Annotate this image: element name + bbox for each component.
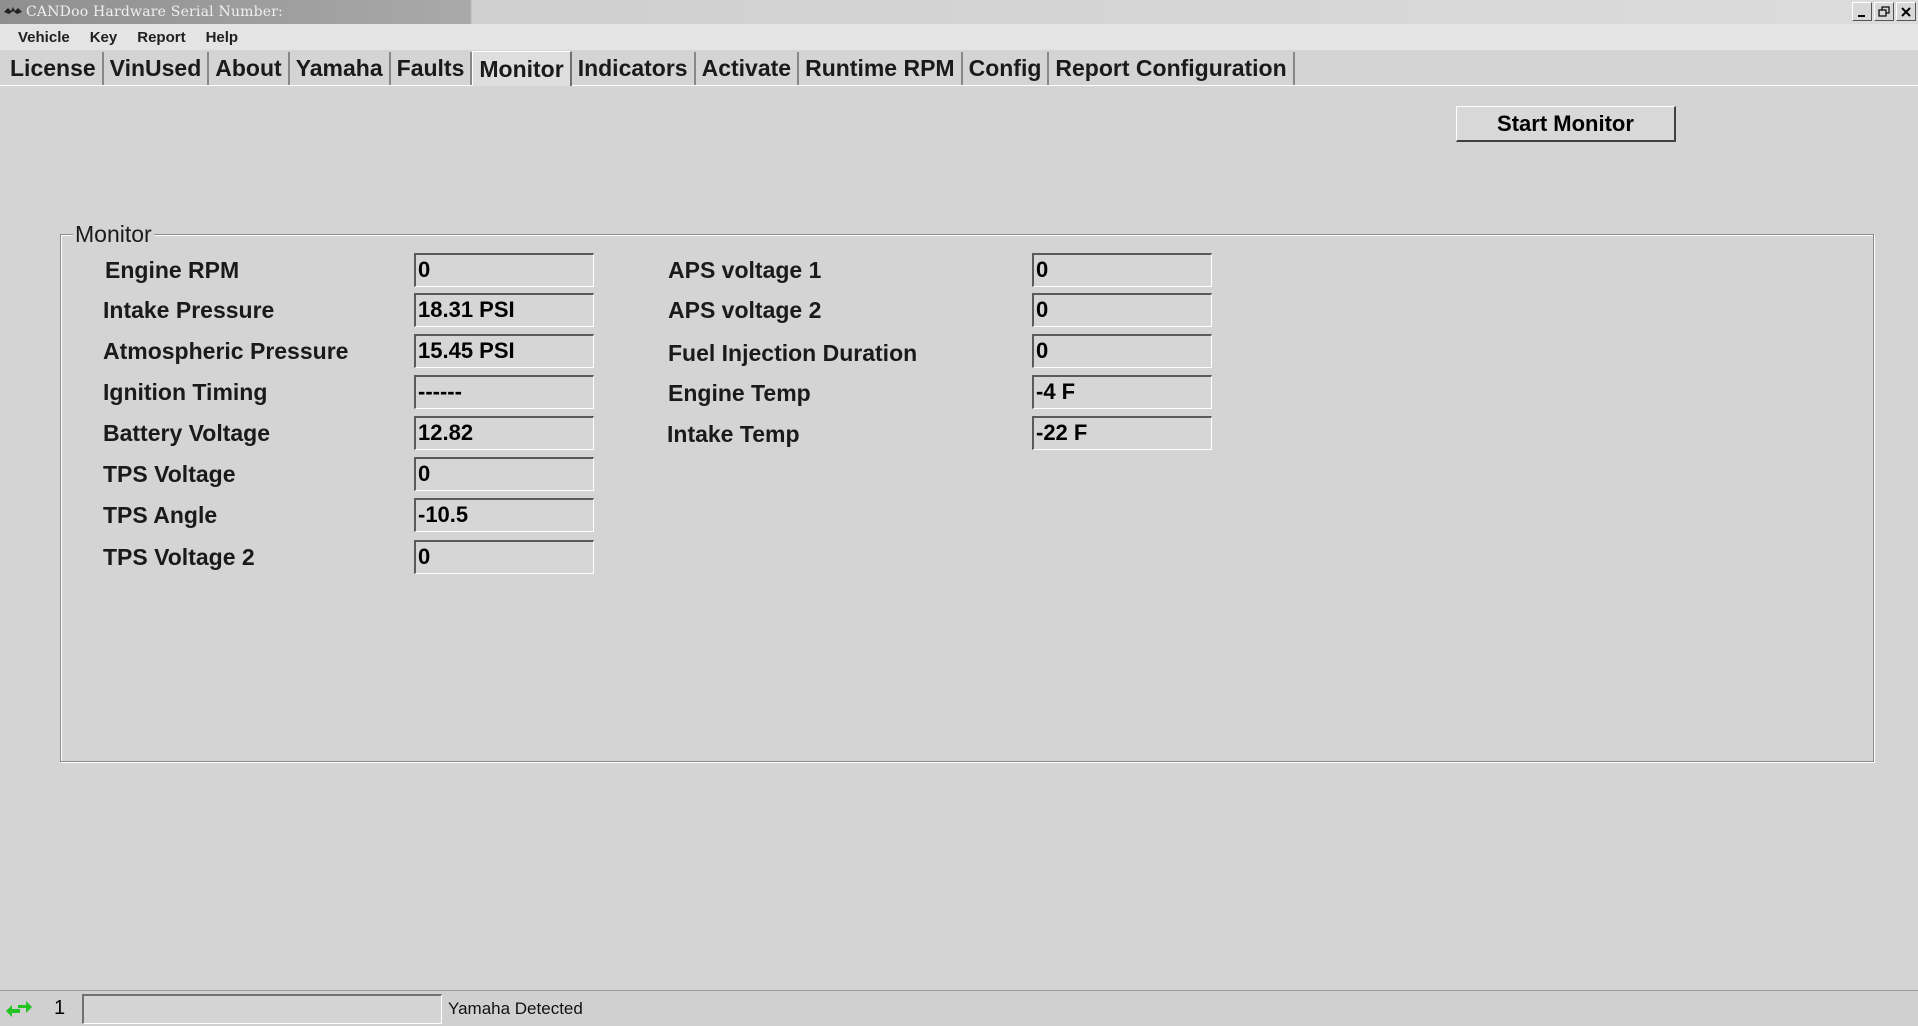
- tab-report-configuration[interactable]: Report Configuration: [1049, 52, 1295, 85]
- connection-arrows-icon: [4, 999, 34, 1019]
- monitor-group: Monitor Engine RPM 0 Intake Pressure 18.…: [60, 221, 1874, 762]
- label-intake-temp: Intake Temp: [667, 421, 800, 447]
- menu-vehicle[interactable]: Vehicle: [8, 29, 80, 46]
- label-tps-voltage: TPS Voltage: [103, 461, 236, 487]
- label-engine-rpm: Engine RPM: [105, 257, 240, 283]
- menu-report[interactable]: Report: [127, 29, 195, 46]
- menu-key[interactable]: Key: [80, 29, 128, 46]
- value-engine-temp: -4 F: [1032, 375, 1212, 409]
- value-ignition-timing: ------: [414, 375, 594, 409]
- status-progress-panel: [82, 993, 442, 1024]
- label-tps-voltage-2: TPS Voltage 2: [103, 544, 255, 570]
- value-tps-voltage: 0: [414, 457, 594, 491]
- value-tps-voltage-2: 0: [414, 540, 594, 574]
- tab-strip: License VinUsed About Yamaha Faults Moni…: [0, 51, 1918, 86]
- minimize-icon[interactable]: [1852, 2, 1872, 21]
- menu-help[interactable]: Help: [196, 29, 249, 46]
- label-engine-temp: Engine Temp: [668, 380, 811, 406]
- label-ignition-timing: Ignition Timing: [103, 379, 268, 405]
- value-aps-voltage-2: 0: [1032, 293, 1212, 327]
- tab-activate[interactable]: Activate: [695, 52, 800, 85]
- value-battery-voltage: 12.82: [414, 416, 594, 450]
- value-intake-temp: -22 F: [1032, 416, 1212, 450]
- close-icon[interactable]: [1896, 2, 1916, 21]
- menu-bar: Vehicle Key Report Help: [0, 24, 1918, 50]
- group-title: Monitor: [73, 221, 154, 248]
- tab-yamaha[interactable]: Yamaha: [289, 52, 391, 85]
- tab-runtime-rpm[interactable]: Runtime RPM: [799, 52, 963, 85]
- label-atmospheric-pressure: Atmospheric Pressure: [103, 338, 349, 364]
- title-bar: CANDoo Hardware Serial Number:: [0, 0, 1918, 24]
- value-tps-angle: -10.5: [414, 498, 594, 532]
- value-atmospheric-pressure: 15.45 PSI: [414, 334, 594, 368]
- value-engine-rpm: 0: [414, 253, 594, 287]
- label-fuel-injection-duration: Fuel Injection Duration: [668, 340, 918, 366]
- tab-license[interactable]: License: [4, 52, 104, 85]
- tab-indicators[interactable]: Indicators: [571, 52, 696, 85]
- tab-faults[interactable]: Faults: [390, 52, 473, 85]
- restore-icon[interactable]: [1874, 2, 1894, 21]
- start-monitor-button[interactable]: Start Monitor: [1456, 106, 1676, 142]
- label-battery-voltage: Battery Voltage: [103, 420, 271, 446]
- tab-about[interactable]: About: [209, 52, 290, 85]
- label-aps-voltage-2: APS voltage 2: [668, 297, 822, 323]
- label-aps-voltage-1: APS voltage 1: [668, 257, 822, 283]
- tab-config[interactable]: Config: [962, 52, 1050, 85]
- status-message: Yamaha Detected: [448, 998, 583, 1018]
- label-tps-angle: TPS Angle: [103, 502, 218, 528]
- value-aps-voltage-1: 0: [1032, 253, 1212, 287]
- window-title: CANDoo Hardware Serial Number:: [26, 4, 284, 20]
- window-controls: [1852, 2, 1916, 21]
- value-fuel-injection-duration: 0: [1032, 334, 1212, 368]
- app-logo-icon: [2, 1, 24, 23]
- label-intake-pressure: Intake Pressure: [103, 297, 275, 323]
- tab-monitor[interactable]: Monitor: [472, 51, 572, 86]
- status-bar: 1 Yamaha Detected: [0, 990, 1918, 1026]
- app-window: CANDoo Hardware Serial Number: Vehicle K…: [0, 0, 1918, 1026]
- status-count: 1: [54, 997, 66, 1019]
- tab-vinused[interactable]: VinUsed: [103, 52, 210, 85]
- value-intake-pressure: 18.31 PSI: [414, 293, 594, 327]
